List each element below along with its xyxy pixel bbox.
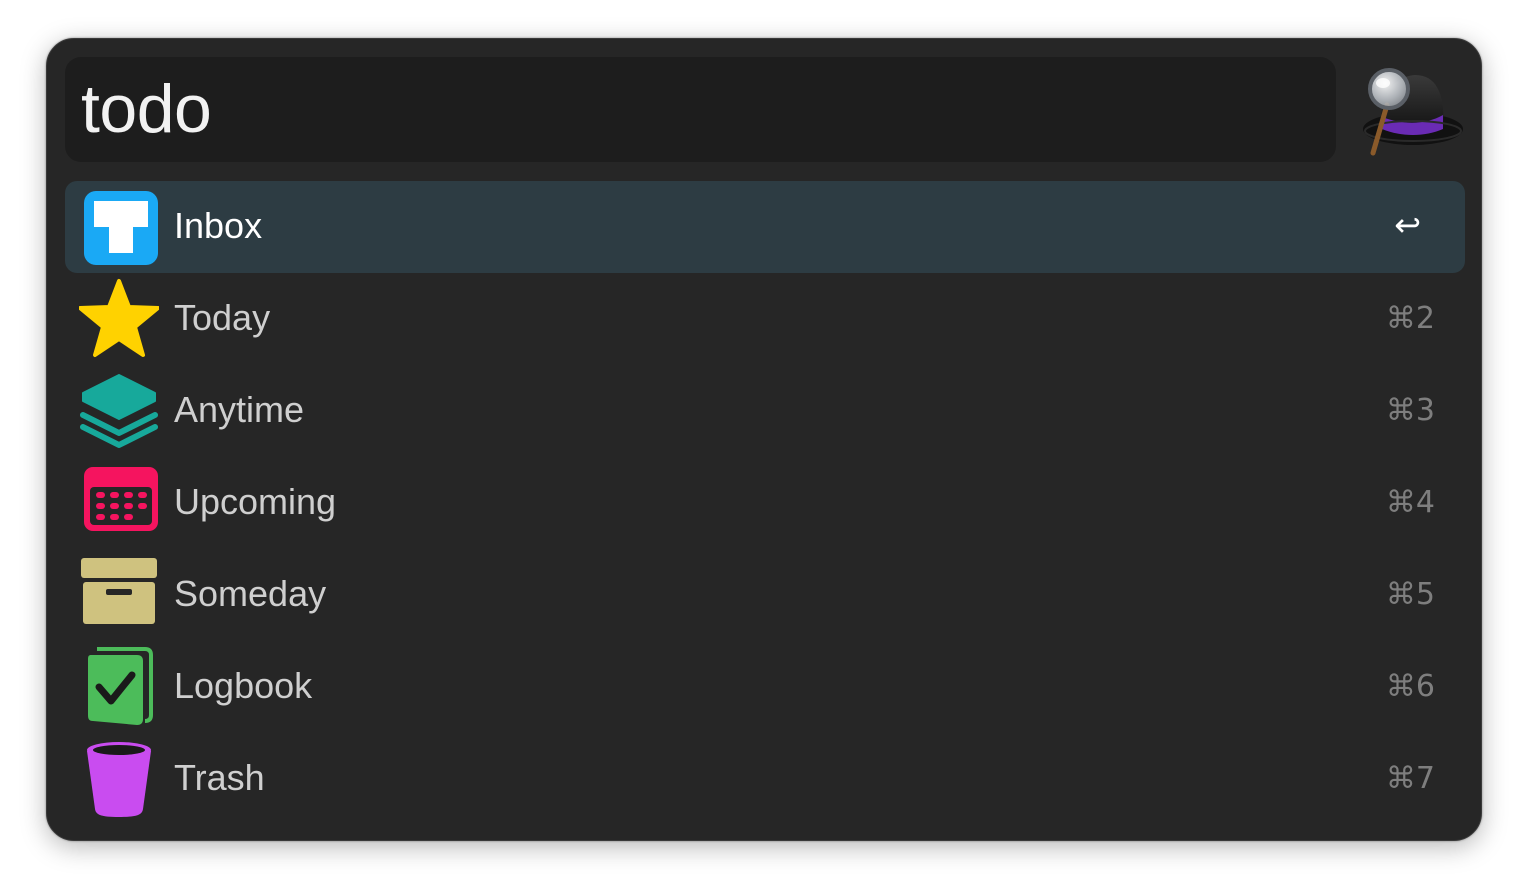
shortcut-hint: ⌘5 [1385,577,1435,612]
search-box[interactable] [65,57,1336,162]
result-row-today[interactable]: Today ⌘2 [65,273,1465,365]
search-input[interactable] [81,67,1311,151]
archive-box-icon [79,553,159,637]
result-row-logbook[interactable]: Logbook ⌘6 [65,641,1465,733]
shortcut-hint: ⌘3 [1385,393,1435,428]
star-icon [79,277,159,361]
result-row-someday[interactable]: Someday ⌘5 [65,549,1465,641]
shortcut-hint: ⌘4 [1385,485,1435,520]
result-label: Someday [174,573,327,614]
result-label: Upcoming [174,481,337,522]
trash-icon [79,737,159,821]
result-label: Today [174,297,271,338]
logbook-check-icon [79,645,159,729]
results-list: Inbox ↩ Today ⌘2 Anytime ⌘3 Upcoming ⌘4 … [65,181,1465,825]
inbox-icon [79,185,159,269]
result-row-inbox[interactable]: Inbox ↩ [65,181,1465,273]
result-label: Trash [174,757,265,798]
return-key-hint: ↩ [1394,206,1421,244]
result-label: Logbook [174,665,313,706]
result-label: Anytime [174,389,305,430]
shortcut-hint: ⌘2 [1385,301,1435,336]
result-row-anytime[interactable]: Anytime ⌘3 [65,365,1465,457]
result-row-upcoming[interactable]: Upcoming ⌘4 [65,457,1465,549]
calendar-icon [79,461,159,545]
result-row-trash[interactable]: Trash ⌘7 [65,733,1465,825]
shortcut-hint: ⌘7 [1385,761,1435,796]
layers-icon [79,369,159,453]
app-logo-hat-icon [1353,63,1463,159]
launcher-window: Inbox ↩ Today ⌘2 Anytime ⌘3 [46,38,1482,841]
result-label: Inbox [174,205,263,246]
shortcut-hint: ⌘6 [1385,669,1435,704]
